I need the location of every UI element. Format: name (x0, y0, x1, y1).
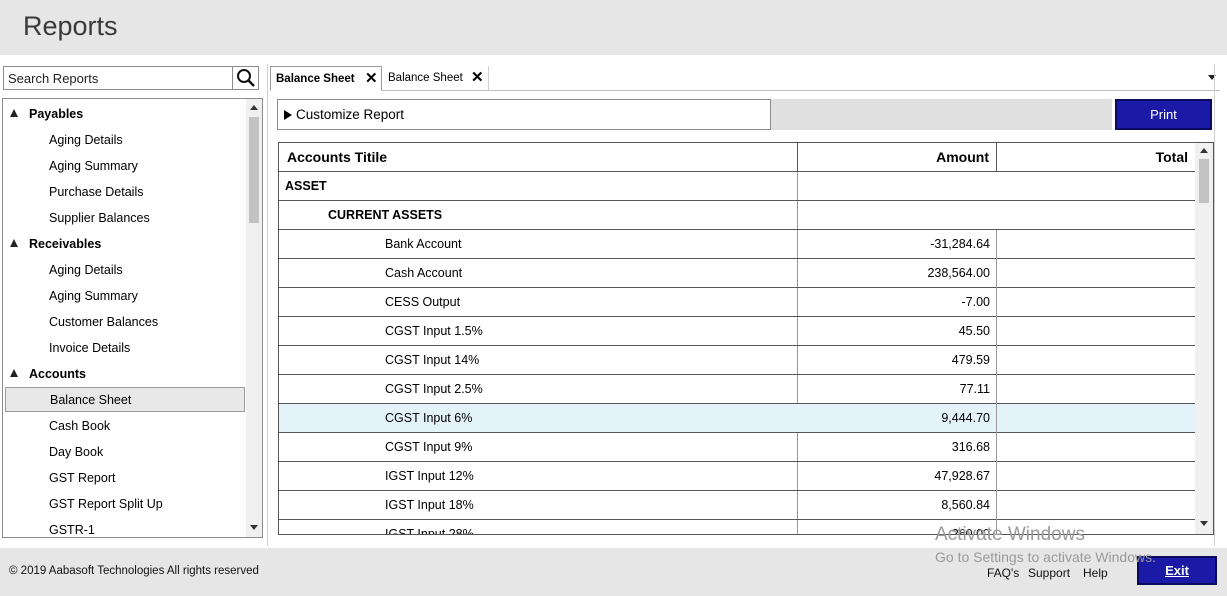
close-icon[interactable]: ✕ (365, 67, 378, 91)
customize-report-toggle[interactable]: Customize Report (277, 99, 771, 130)
tree-group-payables[interactable]: Payables (3, 102, 246, 126)
tab-balance-sheet-1[interactable]: Balance Sheet ✕ (270, 66, 382, 91)
tree-item-gst-report[interactable]: GST Report (3, 466, 246, 490)
column-divider (996, 143, 997, 172)
column-header-total[interactable]: Total (1156, 143, 1188, 172)
collapse-icon[interactable] (10, 239, 18, 247)
table-header: Accounts Titile Amount Total (279, 143, 1195, 172)
search-icon (237, 69, 255, 87)
tab-balance-sheet-2[interactable]: Balance Sheet ✕ (383, 66, 489, 91)
tree-item-payables-aging-summary[interactable]: Aging Summary (3, 154, 246, 178)
tree-item-balance-sheet[interactable]: Balance Sheet (5, 387, 245, 412)
scroll-up-icon[interactable] (1200, 148, 1208, 153)
table-row[interactable]: IGST Input 12% 47,928.67 (279, 462, 1195, 491)
table-row[interactable]: IGST Input 18% 8,560.84 (279, 491, 1195, 520)
table-row[interactable]: CGST Input 1.5% 45.50 (279, 317, 1195, 346)
tree-item-payables-aging-details[interactable]: Aging Details (3, 128, 246, 152)
scroll-up-icon[interactable] (250, 105, 258, 110)
tree-item-receivables-aging-summary[interactable]: Aging Summary (3, 284, 246, 308)
tree-item-receivables-aging-details[interactable]: Aging Details (3, 258, 246, 282)
right-edge (1214, 64, 1215, 546)
close-icon[interactable]: ✕ (471, 66, 484, 90)
pane-divider[interactable] (267, 64, 268, 546)
column-header-amount[interactable]: Amount (936, 143, 989, 172)
tree-item-supplier-balances[interactable]: Supplier Balances (3, 206, 246, 230)
tree-item-purchase-details[interactable]: Purchase Details (3, 180, 246, 204)
search-input[interactable] (4, 67, 234, 89)
collapse-icon[interactable] (10, 369, 18, 377)
activation-watermark-title: Activate Windows (935, 524, 1085, 545)
activation-watermark-text: Go to Settings to activate Windows. (935, 549, 1156, 565)
tree-item-gst-report-split-up[interactable]: GST Report Split Up (3, 492, 246, 516)
table-row[interactable]: Bank Account -31,284.64 (279, 230, 1195, 259)
table-scrollbar[interactable] (1195, 143, 1213, 534)
page-title: Reports (23, 11, 118, 41)
table-row-selected[interactable]: CGST Input 6% 9,444.70 (279, 404, 1195, 433)
table-row[interactable]: Cash Account 238,564.00 (279, 259, 1195, 288)
collapse-icon[interactable] (10, 109, 18, 117)
balance-sheet-table: Accounts Titile Amount Total ASSET CURRE… (278, 142, 1214, 535)
print-button[interactable]: Print (1115, 99, 1212, 130)
search-button[interactable] (232, 66, 258, 90)
tree-item-day-book[interactable]: Day Book (3, 440, 246, 464)
scroll-down-icon[interactable] (250, 525, 258, 530)
scroll-down-icon[interactable] (1200, 521, 1208, 526)
table-row[interactable]: ASSET (279, 172, 1195, 201)
expand-icon (284, 110, 292, 120)
table-row[interactable]: CGST Input 2.5% 77.11 (279, 375, 1195, 404)
support-link[interactable]: Support (1028, 566, 1070, 580)
tree-group-accounts[interactable]: Accounts (3, 362, 246, 386)
faq-link[interactable]: FAQ's (987, 566, 1019, 580)
table-row[interactable]: CGST Input 9% 316.68 (279, 433, 1195, 462)
table-row[interactable]: CURRENT ASSETS (279, 201, 1195, 230)
tree-item-customer-balances[interactable]: Customer Balances (3, 310, 246, 334)
report-tabs: Balance Sheet ✕ Balance Sheet ✕ (270, 66, 1220, 91)
tree-item-invoice-details[interactable]: Invoice Details (3, 336, 246, 360)
tree-item-cash-book[interactable]: Cash Book (3, 414, 246, 438)
copyright-text: © 2019 Aabasoft Technologies All rights … (9, 565, 259, 577)
tree-scrollbar[interactable] (246, 99, 262, 537)
column-divider (996, 172, 997, 230)
table-row[interactable]: CESS Output -7.00 (279, 288, 1195, 317)
search-box (3, 66, 259, 90)
app-header: Reports (0, 0, 1227, 55)
help-link[interactable]: Help (1083, 566, 1108, 580)
column-divider (797, 143, 798, 172)
tree-item-gstr-1[interactable]: GSTR-1 (3, 518, 246, 537)
tree-group-receivables[interactable]: Receivables (3, 232, 246, 256)
column-divider (996, 230, 997, 534)
toolbar-spacer (771, 99, 1112, 130)
table-row[interactable]: CGST Input 14% 479.59 (279, 346, 1195, 375)
column-header-title[interactable]: Accounts Titile (287, 143, 387, 172)
scroll-thumb[interactable] (249, 117, 259, 223)
report-tree: Payables Aging Details Aging Summary Pur… (2, 98, 263, 538)
scroll-thumb[interactable] (1199, 159, 1209, 203)
